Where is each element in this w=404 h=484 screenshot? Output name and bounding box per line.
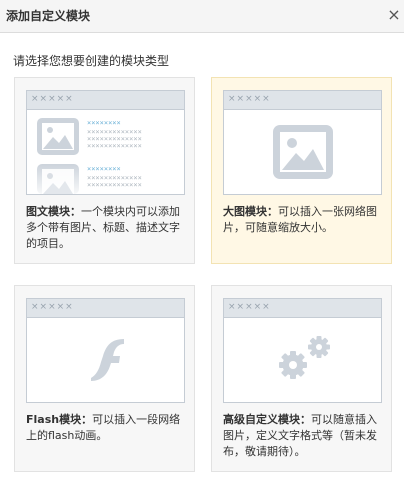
item-text: ××××××××××××× <box>87 142 142 150</box>
preview-window: ××××× <box>223 90 382 195</box>
card-large-image-module[interactable]: ××××× 大图模块：可以插入一张网络图片，可随意缩放大小。 <box>211 77 392 264</box>
card-description: 图文模块：一个模块内可以添加多个带有图片、标题、描述文字的项目。 <box>26 204 188 252</box>
preview-window: ××××× <box>26 298 185 403</box>
card-description: Flash模块：可以插入一段网络上的flash动画。 <box>26 412 188 444</box>
preview-window: ××××× ×××××××× ××××××××××××× ×××××××××××… <box>26 90 185 195</box>
preview-titlebar: ××××× <box>27 299 184 318</box>
card-title: Flash模块： <box>26 413 93 426</box>
card-flash-module[interactable]: ××××× Flash模块：可以插入一段网络上的flash动画。 <box>14 285 195 472</box>
titlebar-dots: ××××× <box>228 302 271 312</box>
dialog-title: 添加自定义模块 <box>6 9 91 23</box>
preview-titlebar: ××××× <box>224 91 381 110</box>
item-text: ××××××××××××× <box>87 181 142 189</box>
prompt-text: 请选择您想要创建的模块类型 <box>13 54 170 68</box>
titlebar-dots: ××××× <box>31 94 74 104</box>
close-icon[interactable]: × <box>386 6 402 24</box>
card-title: 图文模块： <box>26 205 81 218</box>
card-title: 大图模块： <box>223 205 278 218</box>
card-description: 高级自定义模块：可以随意插入图片，定义文字格式等（暂未发布，敬请期待）。 <box>223 412 385 460</box>
preview-titlebar: ××××× <box>27 91 184 110</box>
card-title: 高级自定义模块： <box>223 413 311 426</box>
card-description: 大图模块：可以插入一张网络图片，可随意缩放大小。 <box>223 204 385 236</box>
image-icon <box>37 164 79 194</box>
item-link: ×××××××× <box>87 119 121 127</box>
card-image-text-module[interactable]: ××××× ×××××××× ××××××××××××× ×××××××××××… <box>14 77 195 264</box>
image-icon <box>273 125 333 179</box>
preview-window: ××××× <box>223 298 382 403</box>
flash-icon <box>91 339 124 381</box>
titlebar-dots: ××××× <box>228 94 271 104</box>
gears-icon <box>279 336 330 379</box>
preview-titlebar: ××××× <box>224 299 381 318</box>
titlebar-dots: ××××× <box>31 302 74 312</box>
item-link: ×××××××× <box>87 165 121 173</box>
image-icon <box>37 118 79 155</box>
card-advanced-custom-module[interactable]: ××××× 高级自定义模块：可以随意插入图片，定义文字格式等（暂未发布，敬请期待… <box>211 285 392 472</box>
dialog-titlebar: 添加自定义模块 × <box>0 0 404 33</box>
